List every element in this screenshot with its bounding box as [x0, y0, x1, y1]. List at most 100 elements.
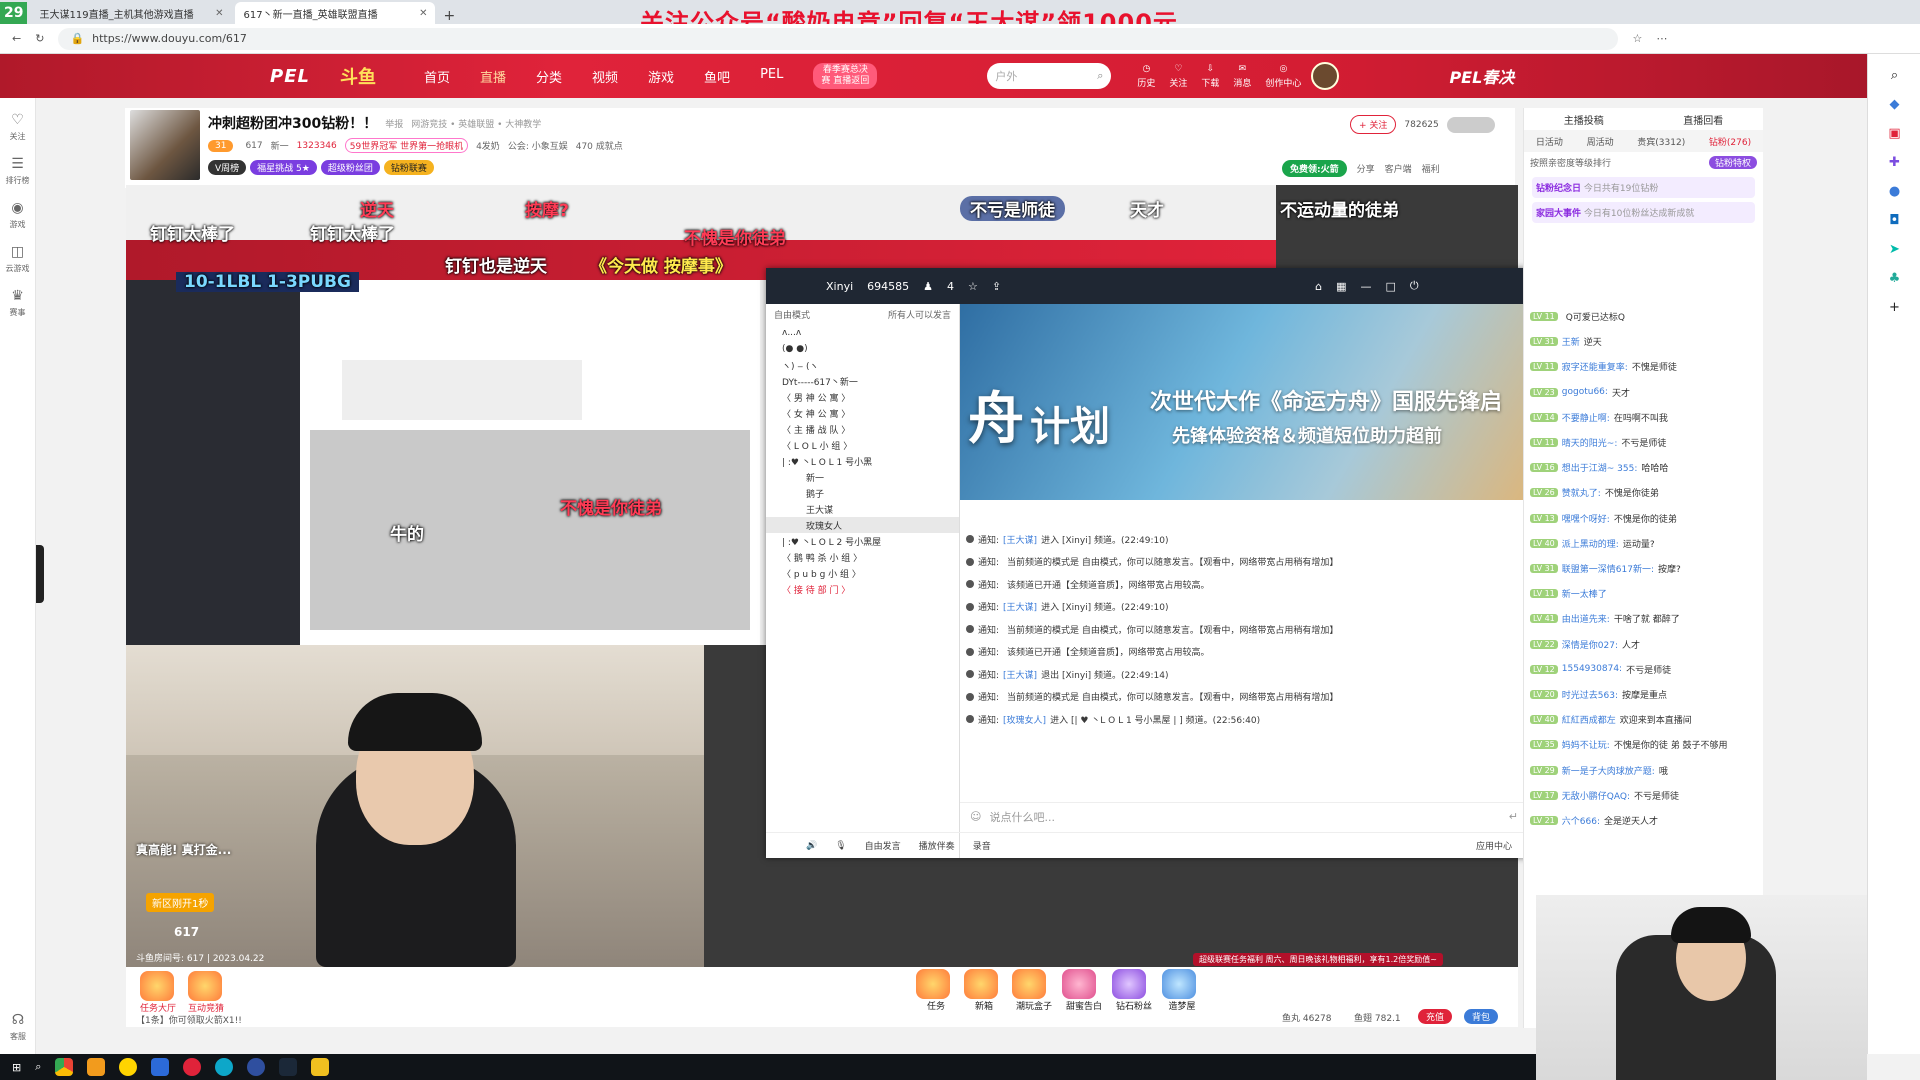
mic-icon[interactable]: 🎙	[835, 841, 846, 851]
steam-icon[interactable]	[279, 1058, 298, 1076]
search-icon[interactable]: ⌕	[35, 1060, 41, 1074]
gift-box[interactable]: 新箱	[964, 969, 1004, 1012]
chat-nick[interactable]: 寂字还能重复率:	[1562, 360, 1628, 373]
emoji-icon[interactable]: ☺	[970, 810, 981, 823]
chat-nick[interactable]: 嘿嘿个呀好:	[1562, 512, 1610, 525]
search-input[interactable]: 户外 ⌕	[987, 63, 1112, 89]
app-icon[interactable]	[87, 1058, 106, 1076]
rail-game[interactable]: ◉ 游戏	[0, 200, 35, 230]
room-category[interactable]: 网游竞技 • 英雄联盟 • 大神教学	[411, 117, 541, 130]
browser-tab-2[interactable]: 617丶新一直播_英雄联盟直播 ✕	[235, 2, 436, 24]
chat-nick[interactable]: 晴天的阳光~:	[1562, 436, 1618, 449]
history-button[interactable]: ◷ 历史	[1137, 64, 1155, 89]
gift-task[interactable]: 任务	[916, 969, 956, 1012]
chat-nick[interactable]: 时光过去563:	[1562, 688, 1618, 701]
tab-diamond[interactable]: 钻粉(276)	[1709, 135, 1751, 148]
tree-icon[interactable]: ♣	[1868, 271, 1920, 286]
yy-tree-item[interactable]: 〈 p u b g 小 组 〉	[766, 565, 959, 581]
tab-contribute[interactable]: 主播投稿	[1564, 112, 1604, 127]
yy-tree-item[interactable]: 〈 女 神 公 寓 〉	[766, 405, 959, 421]
chrome-icon[interactable]	[55, 1058, 74, 1076]
chat-nick[interactable]: 新一是子大肉球放产题:	[1562, 764, 1655, 777]
yy-tree-item[interactable]: ヽ) ‒ (ヽ	[766, 357, 959, 373]
yy-tree-item[interactable]: 新一	[766, 469, 959, 485]
follow-button[interactable]: + 关注	[1350, 115, 1397, 134]
chat-nick[interactable]: 王新	[1562, 335, 1580, 348]
report-link[interactable]: 举报	[385, 117, 403, 130]
app-center-button[interactable]: 应用中心	[1476, 839, 1512, 852]
chat-message[interactable]: LV 29 新一是子大肉球放产题: 哦	[1530, 764, 1668, 777]
close-icon[interactable]: ✕	[419, 8, 427, 19]
grid-icon[interactable]: ▦	[1336, 280, 1346, 293]
gift-toy[interactable]: 潮玩盒子	[1012, 969, 1056, 1012]
home-icon[interactable]: ⌂	[1315, 280, 1322, 293]
add-icon[interactable]: +	[1868, 300, 1920, 315]
rail-rank[interactable]: ☰ 排行榜	[0, 156, 35, 186]
bag-icon[interactable]: ▣	[1868, 126, 1920, 141]
yy-chat-input[interactable]: ☺ 说点什么吧... ↵	[960, 802, 1530, 830]
yy-tree-item[interactable]: 鹅子	[766, 485, 959, 501]
tag-diamond[interactable]: 钻粉联赛	[383, 160, 434, 175]
send-icon[interactable]: ↵	[1509, 810, 1518, 823]
yy-tree-item[interactable]: (● ●)	[766, 341, 959, 357]
extensions-icon[interactable]: ☆	[1632, 32, 1642, 45]
gift-diamond[interactable]: 钻石粉丝	[1112, 969, 1156, 1012]
chat-nick[interactable]: 妈妈不让玩:	[1562, 738, 1610, 751]
gift-dream[interactable]: 造梦屋	[1162, 969, 1202, 1012]
tag-week[interactable]: V周榜	[208, 160, 247, 175]
record-button[interactable]: 录音	[973, 839, 991, 852]
windows-icon[interactable]: ⊞	[12, 1061, 21, 1074]
nav-game[interactable]: 游戏	[648, 67, 674, 86]
yy-tree-item[interactable]: | :♥ 丶L O L 2 号小黑屋	[766, 533, 959, 549]
app-icon[interactable]	[119, 1058, 138, 1076]
sidebar-expand-handle[interactable]	[36, 545, 44, 603]
ext-icon[interactable]: ◆	[1868, 97, 1920, 112]
menu-icon[interactable]: ⋯	[1656, 32, 1667, 45]
tab-vip[interactable]: 贵宾(3312)	[1637, 135, 1685, 148]
nav-video[interactable]: 视频	[592, 67, 618, 86]
message-button[interactable]: ✉ 消息	[1233, 64, 1251, 89]
chat-nick[interactable]: 新一太棒了	[1562, 587, 1607, 600]
pel-final-logo[interactable]: PEL春决	[1449, 64, 1514, 88]
douyu-logo[interactable]: 斗鱼	[340, 63, 376, 89]
welfare-button[interactable]: 福利	[1422, 162, 1440, 175]
rail-cloud[interactable]: ◫ 云游戏	[0, 244, 35, 274]
chat-nick[interactable]: 无敌小鹏仔QAQ:	[1562, 789, 1630, 802]
event-card[interactable]: 家园大事件 今日有10位粉丝达成新成就	[1532, 202, 1755, 223]
nav-yuba[interactable]: 鱼吧	[704, 67, 730, 86]
nav-live[interactable]: 直播	[480, 67, 506, 86]
browser-tab-1[interactable]: 王大谋119直播_主机其他游戏直播 ✕	[31, 2, 231, 24]
free-talk-button[interactable]: 自由发言	[865, 839, 901, 852]
promo-badge[interactable]: 春季赛总决赛 直播返回	[813, 63, 878, 89]
search-icon[interactable]: ⌕	[1868, 68, 1920, 83]
share-icon[interactable]: ⇪	[992, 280, 1001, 293]
chat-message[interactable]: LV 11 寂字还能重复率: 不愧是师徒	[1530, 360, 1677, 373]
cam-overlay-button[interactable]: 新区刚开1秒	[146, 893, 215, 912]
client-button[interactable]: 客户端	[1385, 162, 1412, 175]
music-button[interactable]: 播放伴奏	[919, 839, 955, 852]
nav-home[interactable]: 首页	[424, 67, 450, 86]
puzzle-icon[interactable]: ✚	[1868, 155, 1920, 170]
download-button[interactable]: ⇩ 下载	[1201, 64, 1219, 89]
close-icon[interactable]: ✕	[215, 8, 223, 19]
chat-nick[interactable]: 由出道先来:	[1562, 612, 1610, 625]
chat-nick[interactable]: 不要静止啊:	[1562, 411, 1610, 424]
chat-nick[interactable]: 六个666:	[1562, 814, 1600, 827]
yy-tree-item[interactable]: 王大谋	[766, 501, 959, 517]
chat-message[interactable]: LV 11 新一太棒了	[1530, 587, 1611, 600]
chat-nick[interactable]: 1554930874:	[1562, 664, 1622, 674]
chat-message[interactable]: LV 14 不要静止啊: 在吗啊不叫我	[1530, 411, 1668, 424]
back-icon[interactable]: ←	[12, 32, 21, 45]
interact-button[interactable]: 互动竞猜	[188, 971, 224, 1014]
chat-nick[interactable]: 联盟第一深情617新一:	[1562, 562, 1654, 575]
chat-nick[interactable]: gogotu66:	[1562, 387, 1608, 397]
chat-message[interactable]: LV 41 由出道先来: 干啥了就 都醉了	[1530, 612, 1680, 625]
minimize-icon[interactable]: —	[1361, 280, 1372, 293]
maximize-icon[interactable]: □	[1386, 280, 1396, 293]
rail-follow[interactable]: ♡ 关注	[0, 112, 35, 142]
app-icon[interactable]	[151, 1058, 170, 1076]
chat-message[interactable]: LV 11 晴天的阳光~: 不亏是师徒	[1530, 436, 1666, 449]
union[interactable]: 公会: 小象互娱	[508, 139, 568, 152]
yy-tree-item[interactable]: 〈 接 待 部 门 〉	[766, 581, 959, 597]
app-icon[interactable]	[311, 1058, 330, 1076]
